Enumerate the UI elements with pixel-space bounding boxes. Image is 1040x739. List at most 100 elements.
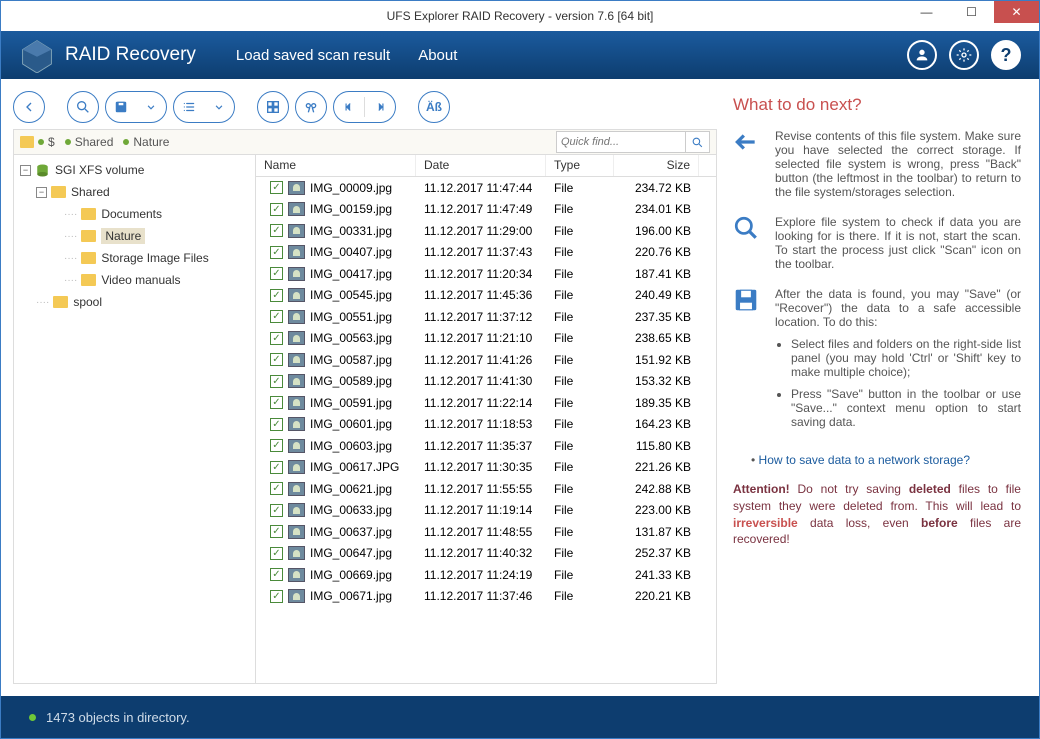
checkbox-icon[interactable]: ✓ (270, 181, 283, 194)
help-button[interactable]: ? (991, 40, 1021, 70)
scan-button[interactable] (67, 91, 99, 123)
user-button[interactable] (907, 40, 937, 70)
image-icon (288, 482, 305, 496)
select-button-group[interactable] (173, 91, 235, 123)
breadcrumb-nature[interactable]: Nature (123, 135, 169, 149)
table-row[interactable]: ✓IMG_00603.jpg11.12.2017 11:35:37File115… (256, 435, 716, 457)
folder-icon (51, 186, 66, 198)
status-text: 1473 objects in directory. (46, 710, 190, 725)
menu-load-saved[interactable]: Load saved scan result (236, 47, 390, 64)
help-link[interactable]: How to save data to a network storage? (751, 453, 1021, 467)
grid-view-button[interactable] (257, 91, 289, 123)
tree-video-manuals[interactable]: ····Video manuals (16, 269, 253, 291)
checkbox-icon[interactable]: ✓ (270, 332, 283, 345)
table-row[interactable]: ✓IMG_00671.jpg11.12.2017 11:37:46File220… (256, 586, 716, 608)
checkbox-icon[interactable]: ✓ (270, 461, 283, 474)
prev-icon[interactable] (334, 92, 364, 122)
image-icon (288, 374, 305, 388)
help-text-1: Revise contents of this file system. Mak… (775, 129, 1021, 199)
nav-button-group (333, 91, 396, 123)
checkbox-icon[interactable]: ✓ (270, 224, 283, 237)
search-input[interactable] (556, 131, 686, 153)
table-row[interactable]: ✓IMG_00563.jpg11.12.2017 11:21:10File238… (256, 328, 716, 350)
checkbox-icon[interactable]: ✓ (270, 568, 283, 581)
menubar: RAID Recovery Load saved scan result Abo… (1, 31, 1039, 79)
table-row[interactable]: ✓IMG_00331.jpg11.12.2017 11:29:00File196… (256, 220, 716, 242)
table-row[interactable]: ✓IMG_00417.jpg11.12.2017 11:20:34File187… (256, 263, 716, 285)
file-list: Name Date Type Size ✓IMG_00009.jpg11.12.… (256, 155, 716, 683)
image-icon (288, 525, 305, 539)
breadcrumb-root[interactable]: $ (20, 135, 55, 149)
table-row[interactable]: ✓IMG_00587.jpg11.12.2017 11:41:26File151… (256, 349, 716, 371)
app-logo-icon (19, 37, 55, 73)
table-row[interactable]: ✓IMG_00407.jpg11.12.2017 11:37:43File220… (256, 242, 716, 264)
col-name[interactable]: Name (256, 155, 416, 176)
maximize-button[interactable]: ☐ (949, 1, 994, 23)
table-row[interactable]: ✓IMG_00617.JPG11.12.2017 11:30:35File221… (256, 457, 716, 479)
checkbox-icon[interactable]: ✓ (270, 310, 283, 323)
table-row[interactable]: ✓IMG_00669.jpg11.12.2017 11:24:19File241… (256, 564, 716, 586)
close-button[interactable]: ✕ (994, 1, 1039, 23)
tree-nature[interactable]: ····Nature (16, 225, 253, 247)
help-text-3: After the data is found, you may "Save" … (775, 287, 1021, 437)
breadcrumb-shared[interactable]: Shared (65, 135, 114, 149)
find-button[interactable] (295, 91, 327, 123)
tree-spool[interactable]: ····spool (16, 291, 253, 313)
minimize-button[interactable]: — (904, 1, 949, 23)
folder-icon (20, 136, 34, 148)
table-row[interactable]: ✓IMG_00637.jpg11.12.2017 11:48:55File131… (256, 521, 716, 543)
list-icon[interactable] (174, 92, 204, 122)
menu-about[interactable]: About (418, 47, 457, 64)
settings-button[interactable] (949, 40, 979, 70)
col-size[interactable]: Size (614, 155, 699, 176)
table-row[interactable]: ✓IMG_00545.jpg11.12.2017 11:45:36File240… (256, 285, 716, 307)
save-icon[interactable] (106, 92, 136, 122)
titlebar: UFS Explorer RAID Recovery - version 7.6… (1, 1, 1039, 31)
table-row[interactable]: ✓IMG_00551.jpg11.12.2017 11:37:12File237… (256, 306, 716, 328)
tree-documents[interactable]: ····Documents (16, 203, 253, 225)
checkbox-icon[interactable]: ✓ (270, 547, 283, 560)
image-icon (288, 245, 305, 259)
search-button[interactable] (686, 131, 710, 153)
checkbox-icon[interactable]: ✓ (270, 267, 283, 280)
table-row[interactable]: ✓IMG_00601.jpg11.12.2017 11:18:53File164… (256, 414, 716, 436)
table-row[interactable]: ✓IMG_00591.jpg11.12.2017 11:22:14File189… (256, 392, 716, 414)
tree-root[interactable]: −SGI XFS volume (16, 159, 253, 181)
folder-icon (81, 252, 96, 264)
tree-shared[interactable]: −Shared (16, 181, 253, 203)
checkbox-icon[interactable]: ✓ (270, 590, 283, 603)
checkbox-icon[interactable]: ✓ (270, 289, 283, 302)
checkbox-icon[interactable]: ✓ (270, 439, 283, 452)
checkbox-icon[interactable]: ✓ (270, 418, 283, 431)
next-icon[interactable] (365, 92, 395, 122)
table-row[interactable]: ✓IMG_00621.jpg11.12.2017 11:55:55File242… (256, 478, 716, 500)
checkbox-icon[interactable]: ✓ (270, 353, 283, 366)
save-dropdown-icon[interactable] (136, 92, 166, 122)
checkbox-icon[interactable]: ✓ (270, 246, 283, 259)
save-button-group[interactable] (105, 91, 167, 123)
image-icon (288, 224, 305, 238)
image-icon (288, 353, 305, 367)
app-brand: RAID Recovery (65, 44, 196, 66)
image-icon (288, 546, 305, 560)
col-type[interactable]: Type (546, 155, 614, 176)
table-row[interactable]: ✓IMG_00159.jpg11.12.2017 11:47:49File234… (256, 199, 716, 221)
checkbox-icon[interactable]: ✓ (270, 482, 283, 495)
select-dropdown-icon[interactable] (204, 92, 234, 122)
checkbox-icon[interactable]: ✓ (270, 525, 283, 538)
back-button[interactable] (13, 91, 45, 123)
checkbox-icon[interactable]: ✓ (270, 375, 283, 388)
table-row[interactable]: ✓IMG_00647.jpg11.12.2017 11:40:32File252… (256, 543, 716, 565)
col-date[interactable]: Date (416, 155, 546, 176)
table-row[interactable]: ✓IMG_00589.jpg11.12.2017 11:41:30File153… (256, 371, 716, 393)
image-icon (288, 331, 305, 345)
checkbox-icon[interactable]: ✓ (270, 504, 283, 517)
image-icon (288, 460, 305, 474)
checkbox-icon[interactable]: ✓ (270, 396, 283, 409)
image-icon (288, 396, 305, 410)
checkbox-icon[interactable]: ✓ (270, 203, 283, 216)
tree-storage-image-files[interactable]: ····Storage Image Files (16, 247, 253, 269)
font-button[interactable]: Äß (418, 91, 450, 123)
table-row[interactable]: ✓IMG_00633.jpg11.12.2017 11:19:14File223… (256, 500, 716, 522)
table-row[interactable]: ✓IMG_00009.jpg11.12.2017 11:47:44File234… (256, 177, 716, 199)
